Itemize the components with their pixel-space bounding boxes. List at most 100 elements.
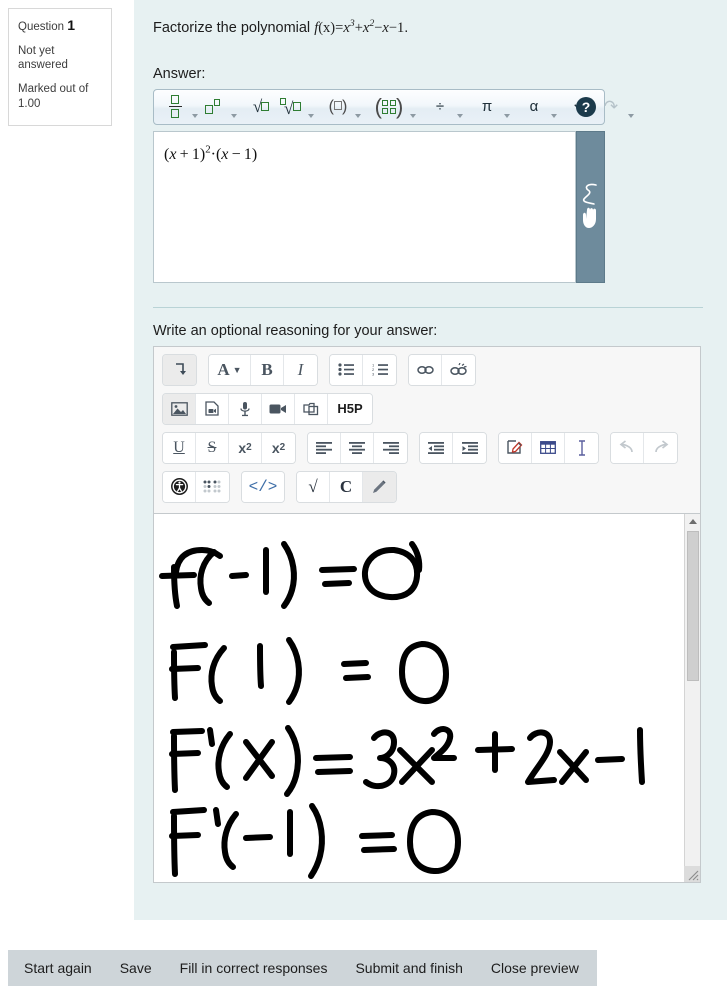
fraction-button[interactable] <box>160 92 190 122</box>
greek-caret-icon[interactable] <box>549 92 558 122</box>
question-prompt: Factorize the polynomial f(x)=x3+x2−x−1. <box>153 18 705 38</box>
start-again-button[interactable]: Start again <box>24 960 92 976</box>
svg-text:3: 3 <box>372 372 375 376</box>
question-info-box: Question 1 Not yet answered Marked out o… <box>8 8 112 126</box>
question-label: Question <box>18 21 65 33</box>
undo-button[interactable] <box>611 432 644 463</box>
editor-scrollbar[interactable] <box>684 513 700 882</box>
redo-button[interactable] <box>644 432 677 463</box>
align-center-button[interactable] <box>341 432 374 463</box>
pi-caret-icon[interactable] <box>502 92 511 122</box>
outdent-button[interactable] <box>420 432 453 463</box>
subscript-button[interactable]: x2 <box>229 432 262 463</box>
indent-button[interactable] <box>453 432 486 463</box>
ans-var-2: x <box>221 146 229 163</box>
bold-button[interactable]: B <box>251 354 284 385</box>
clear-formatting-button[interactable] <box>565 432 598 463</box>
table-icon <box>540 441 556 455</box>
insert-image-button[interactable] <box>163 393 196 424</box>
answer-input-row: (x + 1)2·(x − 1) <box>153 130 605 283</box>
fraction-caret-icon[interactable] <box>190 92 199 122</box>
editor-content-area[interactable] <box>154 512 700 882</box>
nth-root-button[interactable]: √ <box>276 92 306 122</box>
draw-button[interactable] <box>363 471 396 502</box>
braille-icon <box>203 480 221 493</box>
ans-close-paren-2: ) <box>251 146 258 163</box>
editor-resize-handle[interactable] <box>684 865 700 882</box>
pencil-box-icon <box>507 440 523 454</box>
math-help-button[interactable]: ? <box>576 96 596 117</box>
accessibility-checker-button[interactable] <box>163 471 196 502</box>
math-input-toolbar: √ √ () () ÷ π α ↷ ? <box>153 88 618 125</box>
screenreader-helper-button[interactable] <box>196 471 229 502</box>
superscript-button[interactable]: x2 <box>262 432 295 463</box>
ans-one-2: 1 <box>243 146 252 163</box>
period: . <box>404 19 409 36</box>
chemistry-editor-button[interactable]: C <box>330 471 363 502</box>
h5p-button[interactable]: H5P <box>328 393 372 424</box>
underline-button[interactable]: U <box>163 432 196 463</box>
superscript-button[interactable] <box>199 92 229 122</box>
division-button[interactable]: ÷ <box>425 92 455 122</box>
square-root-button[interactable]: √ <box>246 92 276 122</box>
text-cursor-icon <box>578 439 585 456</box>
pi-symbol-button[interactable]: π <box>472 92 502 122</box>
record-video-button[interactable] <box>262 393 295 424</box>
unlink-button[interactable] <box>442 354 475 385</box>
handwriting-canvas[interactable] <box>154 514 684 882</box>
close-preview-button[interactable]: Close preview <box>491 960 579 976</box>
superscript-caret-icon[interactable] <box>229 92 238 122</box>
greek-alpha-button[interactable]: α <box>519 92 549 122</box>
insert-media-file-button[interactable] <box>196 393 229 424</box>
submit-and-finish-button[interactable]: Submit and finish <box>355 960 462 976</box>
equation-editor-button[interactable]: √ <box>297 471 330 502</box>
nth-root-caret-icon[interactable] <box>306 92 315 122</box>
media-file-icon <box>205 401 219 416</box>
expand-toolbar-button[interactable] <box>163 354 196 385</box>
save-button[interactable]: Save <box>120 960 152 976</box>
record-audio-button[interactable] <box>229 393 262 424</box>
bulleted-list-icon <box>338 363 354 376</box>
toolbar-group-source: </> <box>241 470 285 503</box>
redo-button[interactable]: ↷ <box>596 92 626 122</box>
unlink-icon <box>450 362 467 375</box>
handwriting-input-handle[interactable] <box>576 130 605 283</box>
scroll-up-arrow-icon[interactable] <box>685 514 700 530</box>
parentheses-button[interactable]: () <box>323 92 353 122</box>
parentheses-caret-icon[interactable] <box>353 92 362 122</box>
matrix-button[interactable]: ( ) <box>370 92 408 122</box>
editor-toolbar: A ▼ B I 1 2 3 H5P U S x 2 x 2 </> √ C <box>154 347 700 513</box>
strikethrough-button[interactable]: S <box>196 432 229 463</box>
align-left-button[interactable] <box>308 432 341 463</box>
numbered-list-icon: 1 2 3 <box>372 363 388 376</box>
redo-caret-icon[interactable] <box>626 92 635 122</box>
math-toolbar-group-greek: α <box>519 90 558 124</box>
fill-correct-responses-button[interactable]: Fill in correct responses <box>180 960 328 976</box>
question-number-line: Question 1 <box>18 17 102 35</box>
matrix-caret-icon[interactable] <box>408 92 417 122</box>
edit-html-pencil-button[interactable] <box>499 432 532 463</box>
insert-table-button[interactable] <box>532 432 565 463</box>
align-center-icon <box>349 441 365 454</box>
font-style-button[interactable]: A ▼ <box>209 354 251 385</box>
scribble-hand-icon <box>582 183 597 228</box>
link-button[interactable] <box>409 354 442 385</box>
italic-button[interactable]: I <box>284 354 317 385</box>
align-right-button[interactable] <box>374 432 407 463</box>
align-right-icon <box>382 441 399 454</box>
numbered-list-button[interactable]: 1 2 3 <box>363 354 396 385</box>
html-source-button[interactable]: </> <box>242 471 284 502</box>
function-arg: (x) <box>318 19 336 36</box>
bulleted-list-button[interactable] <box>330 354 363 385</box>
scrollbar-thumb[interactable] <box>687 530 699 681</box>
accessibility-icon <box>170 478 188 496</box>
math-toolbar-group-operators: ÷ <box>425 90 464 124</box>
manage-files-button[interactable] <box>295 393 328 424</box>
section-divider <box>153 306 703 308</box>
action-bar: Start again Save Fill in correct respons… <box>8 950 597 986</box>
math-toolbar-group-matrix: ( ) <box>370 90 417 124</box>
editor-toolbar-row-4: </> √ C <box>162 470 694 503</box>
ans-one-1: 1 <box>191 146 200 163</box>
division-caret-icon[interactable] <box>455 92 464 122</box>
answer-equation-field[interactable]: (x + 1)2·(x − 1) <box>153 130 576 283</box>
